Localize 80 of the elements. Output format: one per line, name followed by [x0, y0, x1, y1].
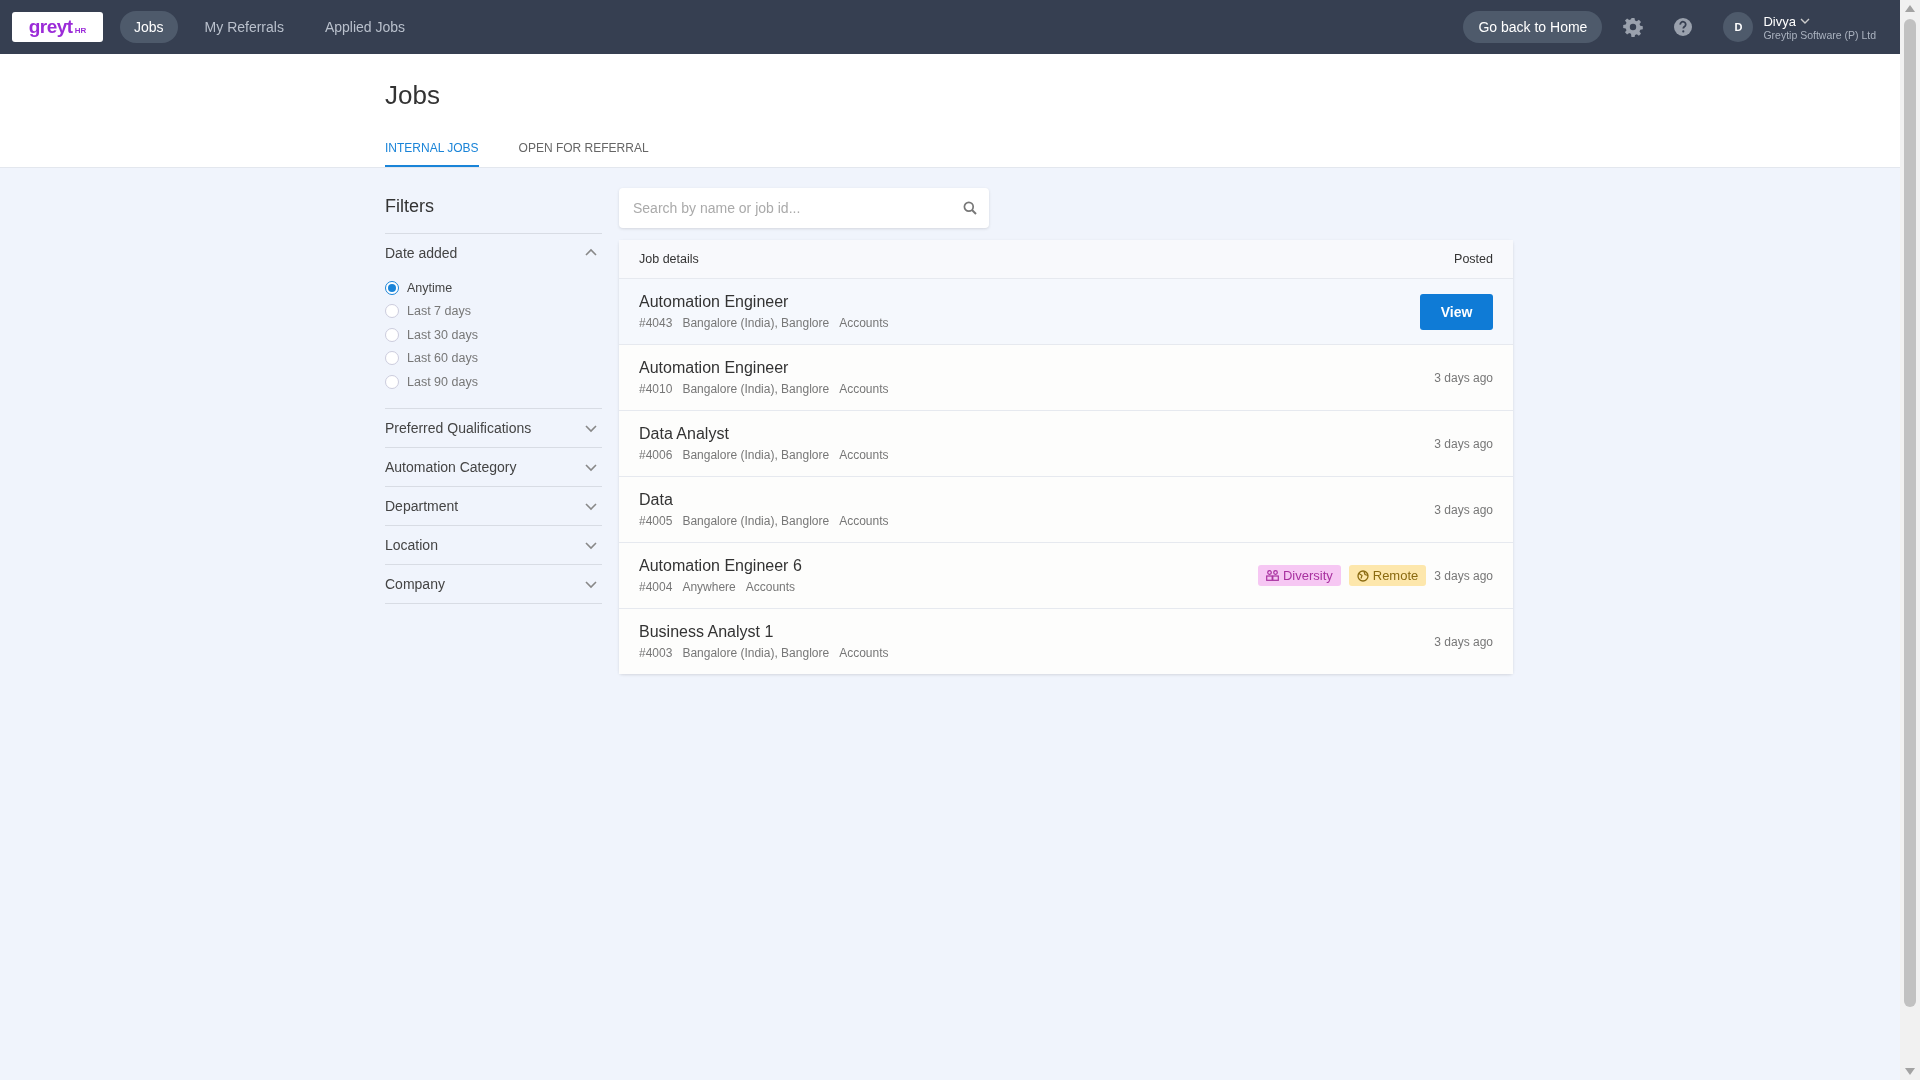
job-title: Data: [639, 491, 674, 509]
radio-button[interactable]: [385, 351, 399, 366]
logo-text: greyt: [28, 16, 73, 38]
job-row[interactable]: Data Analyst #4006 Bangalore (India), Banglore Accounts 3 days ago: [619, 411, 1513, 477]
help-icon[interactable]: [1673, 17, 1694, 37]
job-row[interactable]: Business Analyst 1 #4003 Bangalore (India), Banglore Accounts 3 days ago: [619, 609, 1513, 674]
logo-subtext: HR: [74, 26, 87, 35]
job-title: Data Analyst: [639, 425, 730, 443]
column-header: Job details: [639, 252, 699, 266]
job-title: Business Analyst 1: [639, 623, 775, 641]
filter-heading[interactable]: Department: [385, 497, 459, 514]
people-icon: [1265, 570, 1279, 581]
job-detail: Accounts: [839, 382, 889, 396]
radio-label[interactable]: Last 90 days: [407, 374, 478, 389]
radio-button[interactable]: [385, 374, 399, 389]
job-detail: Bangalore (India), Banglore: [682, 646, 830, 660]
job-row[interactable]: Automation Engineer #4043 Bangalore (India), Banglore Accounts View: [619, 279, 1513, 345]
posted-time: 3 days ago: [1434, 502, 1493, 517]
job-detail: #4010: [639, 382, 673, 396]
nav-tab[interactable]: My Referrals: [190, 11, 298, 43]
filter-heading[interactable]: Date added: [385, 245, 458, 261]
caret-icon[interactable]: [1799, 17, 1810, 25]
posted-time: 3 days ago: [1434, 634, 1493, 649]
scroll-down-icon[interactable]: [1904, 1067, 1916, 1076]
remote-tag: Remote: [1348, 565, 1427, 586]
radio-button[interactable]: [385, 280, 399, 295]
job-detail: #4043: [639, 316, 673, 330]
company-name: Greytip Software (P) Ltd: [1763, 28, 1876, 41]
job-title: Automation Engineer: [639, 359, 790, 377]
page-title: Jobs: [385, 79, 441, 112]
posted-time: 3 days ago: [1434, 568, 1493, 583]
filters-title: Filters: [385, 195, 435, 217]
job-row[interactable]: Automation Engineer #4010 Bangalore (India), Banglore Accounts 3 days ago: [619, 345, 1513, 411]
posted-time: 3 days ago: [1434, 370, 1493, 385]
radio-button[interactable]: [385, 304, 399, 319]
radio-label[interactable]: Last 60 days: [407, 351, 478, 366]
job-detail: #4004: [639, 580, 673, 594]
home-button[interactable]: Go back to Home: [1463, 11, 1603, 43]
job-detail: #4006: [639, 448, 673, 462]
nav-tab[interactable]: Applied Jobs: [310, 11, 420, 43]
radio-label[interactable]: Anytime: [407, 280, 453, 295]
job-detail: Accounts: [839, 514, 889, 528]
job-title: Automation Engineer: [639, 293, 790, 311]
job-detail: Bangalore (India), Banglore: [682, 448, 830, 462]
job-detail: Accounts: [745, 580, 796, 594]
search-field[interactable]: Search by name or job id...: [619, 188, 989, 228]
job-detail: #4005: [639, 514, 673, 528]
column-header: Posted: [1454, 252, 1493, 266]
job-detail: Bangalore (India), Banglore: [682, 316, 830, 330]
radio-button[interactable]: [385, 327, 399, 342]
job-detail: Accounts: [839, 646, 889, 660]
logo[interactable]: greyt HR: [12, 12, 103, 42]
job-detail: Anywhere: [682, 580, 736, 594]
job-row[interactable]: Automation Engineer 6 #4004 Anywhere Accounts Diversity Remote 3 days ago: [619, 543, 1513, 609]
filter-heading[interactable]: Automation Category: [385, 458, 517, 475]
job-row[interactable]: Data #4005 Bangalore (India), Banglore Accounts 3 days ago: [619, 477, 1513, 543]
nav-tab[interactable]: Jobs: [120, 11, 178, 43]
job-detail: #4003: [639, 646, 673, 660]
job-detail: Accounts: [839, 316, 889, 330]
diversity-tag: Diversity: [1257, 565, 1341, 586]
avatar[interactable]: D: [1723, 12, 1754, 42]
settings-icon[interactable]: [1623, 17, 1644, 37]
view-button[interactable]: View: [1420, 293, 1493, 330]
job-detail: Bangalore (India), Banglore: [682, 382, 830, 396]
user-name[interactable]: Divya: [1763, 13, 1796, 29]
job-detail: Bangalore (India), Banglore: [682, 514, 830, 528]
search-icon[interactable]: [963, 201, 977, 215]
filter-heading[interactable]: Preferred Qualifications: [385, 419, 532, 436]
filter-heading[interactable]: Location: [385, 536, 438, 553]
job-title: Automation Engineer 6: [639, 557, 803, 575]
scroll-up-icon[interactable]: [1904, 4, 1916, 13]
tab[interactable]: OPEN FOR REFERRAL: [518, 133, 649, 167]
globe-icon: [1356, 569, 1369, 582]
tab[interactable]: INTERNAL JOBS: [385, 133, 479, 167]
scrollbar-thumb[interactable]: [1904, 19, 1916, 1007]
job-detail: Accounts: [839, 448, 889, 462]
radio-label[interactable]: Last 7 days: [407, 304, 471, 319]
radio-label[interactable]: Last 30 days: [407, 327, 478, 342]
posted-time: 3 days ago: [1434, 436, 1493, 451]
filter-heading[interactable]: Company: [385, 575, 445, 592]
